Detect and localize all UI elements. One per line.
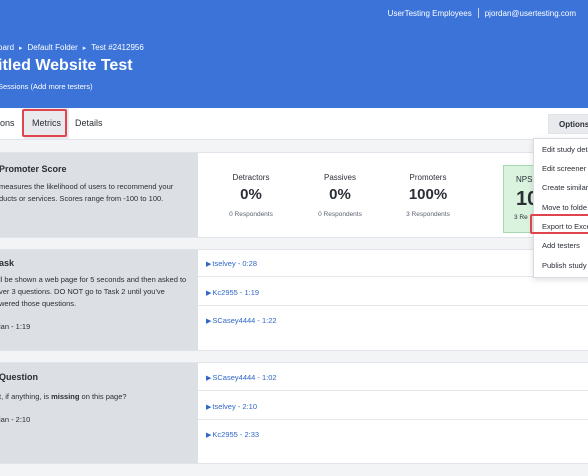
task-description-line-3: wered those questions. xyxy=(0,299,77,308)
task-median: ian - 1:19 xyxy=(0,322,31,331)
divider xyxy=(477,8,479,18)
breadcrumb: oard ▸ Default Folder ▸ Test #2412956 xyxy=(0,43,144,52)
question-description: t, if anything, is missing on this page? xyxy=(0,391,127,403)
tab-bar: ions Metrics Details xyxy=(0,108,588,140)
tab-sessions[interactable]: ions xyxy=(0,118,15,128)
menu-item-edit-screener[interactable]: Edit screener xyxy=(542,164,586,173)
session-label[interactable]: Kc2955 - 1:19 xyxy=(212,288,259,297)
stat-value: 0% xyxy=(329,186,351,203)
task-card-info: ask ll be shown a web page for 5 seconds… xyxy=(0,250,198,350)
stat-passives: Passives 0% 0 Respondents xyxy=(300,173,380,218)
user-links: UserTesting Employees pjordan@usertestin… xyxy=(388,8,576,18)
options-menu: Edit study deta Edit screener Create sim… xyxy=(533,138,588,278)
stat-promoters: Promoters 100% 3 Respondents xyxy=(388,173,468,218)
play-icon: ▶ xyxy=(206,290,212,297)
menu-item-move-to-folder[interactable]: Move to folde xyxy=(542,203,587,212)
tab-details[interactable]: Details xyxy=(75,118,103,128)
nps-card-info: Promoter Score measures the likelihood o… xyxy=(0,153,198,237)
row-divider xyxy=(198,305,588,306)
export-highlight xyxy=(530,214,588,234)
nps-respondents: 3 Re xyxy=(514,214,528,221)
question-text: t, if anything, is xyxy=(0,392,52,401)
stat-label: Passives xyxy=(323,173,356,182)
menu-item-edit-study-details[interactable]: Edit study deta xyxy=(542,145,588,154)
play-icon: ▶ xyxy=(206,432,212,439)
task-description-line-2: ver 3 questions. DO NOT go to Task 2 unt… xyxy=(0,287,165,296)
row-divider xyxy=(198,276,588,277)
play-icon: ▶ xyxy=(206,261,212,268)
session-link[interactable]: ▶SCasey4444 - 1:22 xyxy=(206,316,277,325)
breadcrumb-dashboard[interactable]: oard xyxy=(0,43,14,52)
nps-description-line-2: ducts or services. Scores range from -10… xyxy=(0,194,164,203)
metrics-tab-highlight xyxy=(22,109,67,137)
question-card-title: Question xyxy=(0,372,39,382)
session-label[interactable]: tselvey - 0:28 xyxy=(212,259,257,268)
play-icon: ▶ xyxy=(206,375,212,382)
nps-label: NPS xyxy=(516,175,533,184)
header-bar: UserTesting Employees pjordan@usertestin… xyxy=(0,0,588,108)
question-card-info: Question t, if anything, is missing on t… xyxy=(0,363,198,463)
breadcrumb-test: Test #2412956 xyxy=(91,43,144,52)
row-divider xyxy=(198,419,588,420)
menu-item-create-similar[interactable]: Create similar xyxy=(542,183,588,192)
nps-card-title: Promoter Score xyxy=(0,164,67,174)
session-link[interactable]: ▶Kc2955 - 2:33 xyxy=(206,430,259,439)
question-keyword: missing xyxy=(51,392,80,401)
stat-value: 100% xyxy=(408,186,448,203)
row-divider xyxy=(198,390,588,391)
task-description-line-1: ll be shown a web page for 5 seconds and… xyxy=(0,275,187,284)
user-email-link[interactable]: pjordan@usertesting.com xyxy=(485,9,576,18)
stat-respondents: 0 Respondents xyxy=(229,211,273,218)
nps-card: Promoter Score measures the likelihood o… xyxy=(0,152,588,238)
session-link[interactable]: ▶tselvey - 0:28 xyxy=(206,259,257,268)
org-link[interactable]: UserTesting Employees xyxy=(388,9,472,18)
menu-item-publish-study[interactable]: Publish study xyxy=(542,261,587,270)
stat-respondents: 0 Respondents xyxy=(318,211,362,218)
nps-description-line-1: measures the likelihood of users to reco… xyxy=(0,182,174,191)
stat-label: Promoters xyxy=(409,173,447,182)
breadcrumb-folder[interactable]: Default Folder xyxy=(28,43,78,52)
options-button[interactable]: Options xyxy=(548,114,588,134)
stat-respondents: 3 Respondents xyxy=(406,211,450,218)
session-link[interactable]: ▶Kc2955 - 1:19 xyxy=(206,288,259,297)
page-title: itled Website Test xyxy=(0,57,133,74)
task-card-title: ask xyxy=(0,258,15,268)
session-label[interactable]: SCasey4444 - 1:02 xyxy=(212,373,276,382)
play-icon: ▶ xyxy=(206,318,212,325)
stat-value: 0% xyxy=(240,186,262,203)
sessions-summary[interactable]: Sessions (Add more testers) xyxy=(0,82,93,91)
question-median: ian - 2:10 xyxy=(0,415,31,424)
chevron-right-icon: ▸ xyxy=(82,44,87,52)
task-card: ask ll be shown a web page for 5 seconds… xyxy=(0,249,588,351)
menu-item-add-testers[interactable]: Add testers xyxy=(542,241,580,250)
chevron-right-icon: ▸ xyxy=(19,44,23,52)
play-icon: ▶ xyxy=(206,404,212,411)
question-text: on this page? xyxy=(79,392,127,401)
session-link[interactable]: ▶tselvey - 2:10 xyxy=(206,402,257,411)
session-label[interactable]: tselvey - 2:10 xyxy=(212,402,257,411)
session-label[interactable]: Kc2955 - 2:33 xyxy=(212,430,259,439)
session-label[interactable]: SCasey4444 - 1:22 xyxy=(212,316,276,325)
session-link[interactable]: ▶SCasey4444 - 1:02 xyxy=(206,373,277,382)
stat-label: Detractors xyxy=(232,173,270,182)
question-card: Question t, if anything, is missing on t… xyxy=(0,362,588,464)
stat-detractors: Detractors 0% 0 Respondents xyxy=(211,173,291,218)
